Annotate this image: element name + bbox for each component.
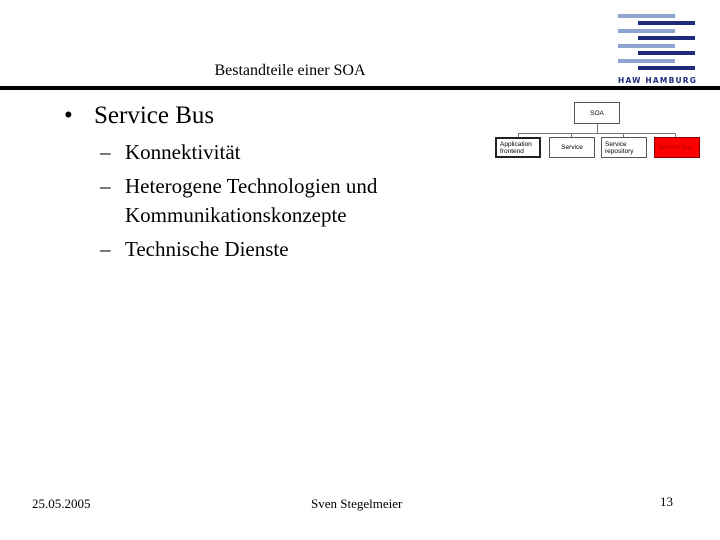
logo-bar	[638, 51, 695, 55]
sub-item-continuation: Kommunikationskonzepte	[125, 203, 347, 228]
diagram-node-service-repository: Service repository	[601, 137, 647, 158]
footer-author: Sven Stegelmeier	[311, 496, 403, 511]
bullet-service-bus: • Service Bus	[64, 102, 214, 130]
soa-diagram: SOA Application frontend Service Service…	[494, 100, 704, 162]
header-title: Bestandteile einer SOA	[214, 62, 366, 79]
sub-item-text: Technische Dienste	[125, 237, 289, 261]
diagram-node-label: Application frontend	[500, 140, 532, 155]
diagram-node-label: SOA	[590, 109, 604, 117]
sub-item: – Technische Dienste	[100, 237, 289, 262]
bullet-icon: •	[64, 102, 73, 129]
logo-bar	[638, 21, 695, 25]
bullet-text: Service Bus	[94, 102, 215, 129]
logo-bar	[618, 59, 675, 63]
sub-item-text: Konnektivität	[125, 140, 241, 164]
logo-bar	[638, 66, 695, 70]
diagram-node-label: Service bus	[658, 144, 692, 151]
diagram-node-label: Service	[561, 144, 583, 151]
diagram-node-application-frontend: Application frontend	[495, 137, 541, 158]
footer-date: 25.05.2005	[32, 496, 91, 511]
logo-bar	[618, 29, 675, 33]
logo-bar	[638, 36, 695, 40]
diagram-root-node: SOA	[574, 102, 620, 124]
header-rule	[0, 86, 720, 90]
dash-icon: –	[100, 140, 111, 164]
page-number: 13	[660, 494, 673, 509]
sub-item-text: Kommunikationskonzepte	[125, 203, 347, 227]
sub-item: – Konnektivität	[100, 140, 240, 165]
diagram-node-label: Service repository	[605, 140, 634, 155]
haw-hamburg-logo: HAW HAMBURG	[612, 8, 712, 86]
logo-bar	[618, 14, 675, 18]
diagram-node-service: Service	[549, 137, 595, 158]
connector-line	[518, 133, 675, 134]
dash-icon: –	[100, 237, 111, 261]
sub-item-text: Heterogene Technologien und	[125, 174, 378, 198]
diagram-node-service-bus: Service bus	[654, 137, 700, 158]
dash-icon: –	[100, 174, 111, 198]
logo-bar	[618, 44, 675, 48]
connector-line	[597, 124, 598, 133]
logo-text: HAW HAMBURG	[618, 76, 698, 85]
sub-item: – Heterogene Technologien und	[100, 174, 377, 199]
